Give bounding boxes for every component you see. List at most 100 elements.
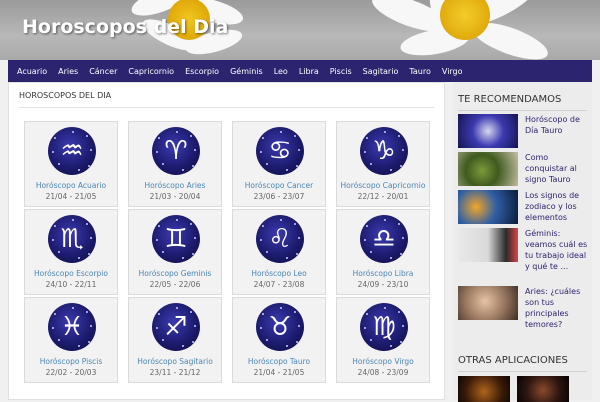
sign-name-link[interactable]: Horóscopo Sagitario [129,357,221,366]
sign-name-link[interactable]: Horóscopo Virgo [337,357,429,366]
sign-dates: 21/04 - 21/05 [45,192,97,201]
sign-dates: 24/07 - 23/08 [253,280,305,289]
sign-card[interactable]: ♋ Horóscopo Cancer 23/06 - 23/07 [232,121,326,207]
sign-glyph: ♎ [372,224,396,254]
sign-card[interactable]: ♌ Horóscopo Leo 24/07 - 23/08 [232,209,326,295]
sign-dates: 22/02 - 20/03 [45,368,97,377]
section-title: HOROSCOPOS DEL DIA [19,91,112,100]
sign-dates: 22/05 - 22/06 [149,280,201,289]
recommended-thumbnail[interactable] [458,190,518,224]
sign-card[interactable]: ♈ Horóscopo Aries 21/03 - 20/04 [128,121,222,207]
site-header: Horoscopos del Dia [0,0,600,60]
app-thumbnail[interactable] [458,376,510,402]
sign-name-link[interactable]: Horóscopo Escorpio [25,269,117,278]
sidebar: TE RECOMENDAMOS Horóscopo de Día Tauro Co… [453,82,592,402]
sign-dates: 21/03 - 20/04 [149,192,201,201]
sign-dates: 24/09 - 23/10 [357,280,409,289]
apps-title: OTRAS APLICACIONES [458,355,568,366]
sign-name-link[interactable]: Horóscopo Tauro [233,357,325,366]
apps-divider [458,371,587,372]
sign-glyph: ♓ [60,312,84,342]
sign-card[interactable]: ♉ Horóscopo Tauro 21/04 - 21/05 [232,297,326,383]
sign-name-link[interactable]: Horóscopo Cancer [233,181,325,190]
sign-name-link[interactable]: Horóscopo Aries [129,181,221,190]
nav-item[interactable]: Tauro [405,67,435,76]
sign-card[interactable]: ♐ Horóscopo Sagitario 23/11 - 21/12 [128,297,222,383]
scorpio-icon[interactable]: ♏ [48,215,96,263]
nav-item[interactable]: Géminis [226,67,267,76]
sign-glyph: ♍ [372,312,396,342]
capricorn-icon[interactable]: ♑ [360,127,408,175]
sign-glyph: ♐ [164,312,188,342]
recommended-item[interactable]: Los signos de zodiaco y los elementos [458,190,590,226]
recommended-link[interactable]: Géminis: veamos cuál es tu trabajo ideal… [525,228,591,272]
sign-dates: 23/06 - 23/07 [253,192,305,201]
sign-glyph: ♒ [60,136,84,166]
nav-item[interactable]: Sagitario [359,67,403,76]
sign-name-link[interactable]: Horóscopo Piscis [25,357,117,366]
sign-card[interactable]: ♎ Horóscopo Libra 24/09 - 23/10 [336,209,430,295]
sign-glyph: ♉ [268,312,292,342]
recommended-title: TE RECOMENDAMOS [458,94,562,105]
app-thumbnail[interactable] [517,376,569,402]
nav-item[interactable]: Aries [54,67,82,76]
sign-glyph: ♌ [268,224,292,254]
sign-name-link[interactable]: Horóscopo Leo [233,269,325,278]
section-divider [19,107,434,108]
recommended-divider [458,110,587,111]
sign-name-link[interactable]: Horóscopo Libra [337,269,429,278]
sign-card[interactable]: ♏ Horóscopo Escorpio 24/10 - 22/11 [24,209,118,295]
sign-dates: 24/10 - 22/11 [45,280,97,289]
nav-item[interactable]: Virgo [438,67,467,76]
nav-item[interactable]: Escorpio [181,67,223,76]
recommended-item[interactable]: Como conquistar al signo Tauro [458,152,590,188]
nav-item[interactable]: Leo [270,67,292,76]
leo-icon[interactable]: ♌ [256,215,304,263]
sign-glyph: ♋ [268,136,292,166]
sign-card[interactable]: ♊ Horóscopo Geminis 22/05 - 22/06 [128,209,222,295]
sagittarius-icon[interactable]: ♐ [152,303,200,351]
virgo-icon[interactable]: ♍ [360,303,408,351]
sign-card[interactable]: ♓ Horóscopo Piscis 22/02 - 20/03 [24,297,118,383]
sign-dates: 21/04 - 21/05 [253,368,305,377]
recommended-thumbnail[interactable] [458,228,518,262]
recommended-link[interactable]: Horóscopo de Día Tauro [525,114,591,136]
aries-icon[interactable]: ♈ [152,127,200,175]
recommended-thumbnail[interactable] [458,114,518,148]
cancer-icon[interactable]: ♋ [256,127,304,175]
sign-dates: 23/11 - 21/12 [149,368,201,377]
nav-item[interactable]: Capricornio [124,67,178,76]
nav-item[interactable]: Libra [295,67,323,76]
recommended-item[interactable]: Aries: ¿cuáles son tus principales temor… [458,286,590,329]
recommended-link[interactable]: Aries: ¿cuáles son tus principales temor… [525,286,591,330]
sign-name-link[interactable]: Horóscopo Acuario [25,181,117,190]
nav-item[interactable]: Piscis [326,67,356,76]
recommended-link[interactable]: Los signos de zodiaco y los elementos [525,190,591,223]
main-content: HOROSCOPOS DEL DIA ♒ Horóscopo Acuario 21/… [8,82,445,400]
taurus-icon[interactable]: ♉ [256,303,304,351]
daisy-right [360,0,560,60]
sign-name-link[interactable]: Horóscopo Geminis [129,269,221,278]
sign-glyph: ♈ [164,136,188,166]
recommended-item[interactable]: Géminis: veamos cuál es tu trabajo ideal… [458,228,590,271]
sign-name-link[interactable]: Horóscopo Capricornio [337,181,429,190]
sign-card[interactable]: ♒ Horóscopo Acuario 21/04 - 21/05 [24,121,118,207]
aquarius-icon[interactable]: ♒ [48,127,96,175]
sign-card[interactable]: ♍ Horóscopo Virgo 24/08 - 23/09 [336,297,430,383]
sign-dates: 24/08 - 23/09 [357,368,409,377]
sign-dates: 22/12 - 20/01 [357,192,409,201]
sign-glyph: ♊ [164,224,188,254]
recommended-item[interactable]: Horóscopo de Día Tauro [458,114,590,150]
recommended-thumbnail[interactable] [458,152,518,186]
nav-item[interactable]: Cáncer [85,67,121,76]
site-title[interactable]: Horoscopos del Dia [22,16,228,38]
sign-glyph: ♑ [372,136,396,166]
recommended-link[interactable]: Como conquistar al signo Tauro [525,152,591,185]
nav-item[interactable]: Acuario [13,67,51,76]
gemini-icon[interactable]: ♊ [152,215,200,263]
sign-card[interactable]: ♑ Horóscopo Capricornio 22/12 - 20/01 [336,121,430,207]
recommended-thumbnail[interactable] [458,286,518,320]
pisces-icon[interactable]: ♓ [48,303,96,351]
libra-icon[interactable]: ♎ [360,215,408,263]
signs-grid: ♒ Horóscopo Acuario 21/04 - 21/05 ♈ Horóscop… [24,121,431,383]
